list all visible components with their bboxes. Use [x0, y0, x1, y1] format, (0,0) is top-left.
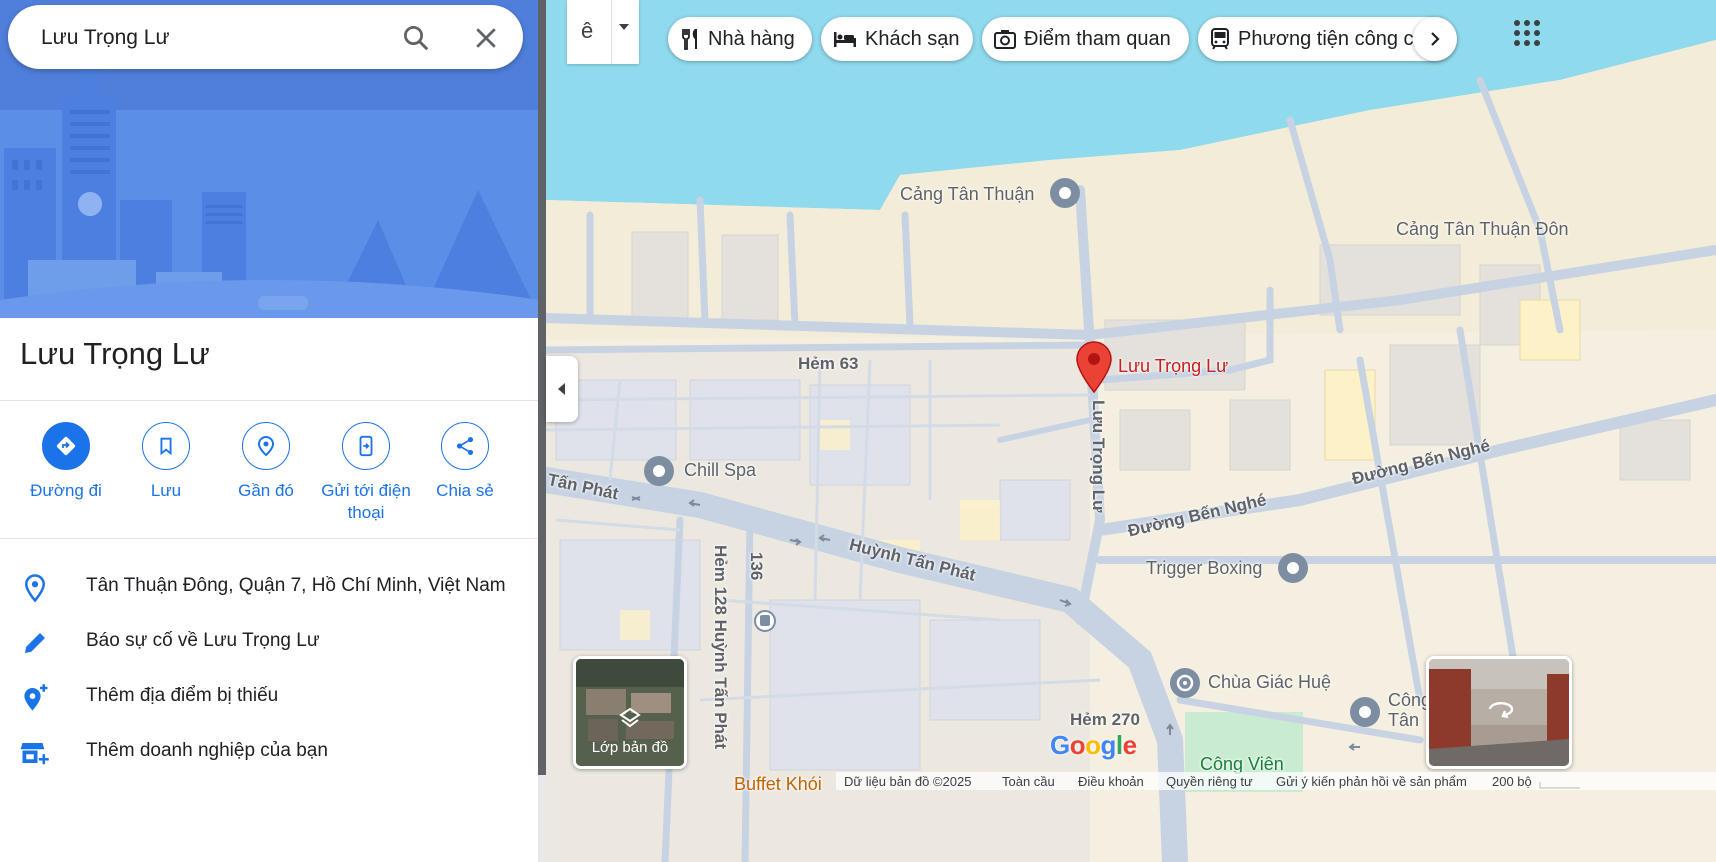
google-logo: Google	[1050, 730, 1137, 761]
report-row[interactable]: Báo sự cố về Lưu Trọng Lư	[0, 620, 540, 664]
map-footer: Dữ liệu bản đồ ©2025 Toàn cầu Điều khoản…	[836, 772, 1716, 790]
save-label: Lưu	[150, 481, 182, 500]
chip-label: Khách sạn	[865, 27, 960, 50]
place-label[interactable]: Công Tân	[1388, 690, 1428, 730]
gym-label[interactable]: Trigger Boxing	[1146, 558, 1262, 579]
chip-hotels[interactable]: Khách sạn	[821, 17, 973, 61]
feedback-link[interactable]: Gửi ý kiến phản hồi về sản phẩm	[1276, 774, 1467, 789]
add-place-row[interactable]: Thêm địa điểm bị thiếu	[0, 675, 540, 719]
sidebar-scrollbar[interactable]	[538, 0, 546, 862]
apps-grid-icon[interactable]	[1512, 18, 1542, 48]
logo-letter: o	[1085, 730, 1101, 760]
add-place-text: Thêm địa điểm bị thiếu	[86, 685, 279, 706]
divider	[611, 0, 612, 64]
bed-icon	[834, 32, 856, 47]
camera-icon	[994, 30, 1016, 49]
port-label-2[interactable]: Cảng Tân Thuận Đôn	[1396, 219, 1568, 240]
map-data-attribution: Dữ liệu bản đồ ©2025	[844, 774, 972, 789]
logo-letter: l	[1115, 730, 1123, 760]
directions-icon	[42, 422, 90, 470]
close-icon[interactable]	[471, 23, 501, 53]
bookmark-icon	[142, 422, 190, 470]
road-label: 136	[747, 552, 766, 581]
terms-link[interactable]: Điều khoản	[1078, 774, 1144, 789]
directions-label: Đường đi	[30, 481, 102, 500]
gym-poi-icon[interactable]	[1276, 551, 1310, 590]
place-panel: Lưu Trọng Lư Lưu Trọng Lư Đường đi Lưu G…	[0, 0, 540, 862]
scrollbar-thumb[interactable]	[538, 0, 546, 775]
transit-icon	[1211, 28, 1229, 50]
chevron-right-icon	[1431, 32, 1440, 46]
road-label: Hẻm 270	[1070, 710, 1140, 729]
search-icon[interactable]	[401, 23, 431, 53]
share-button[interactable]: Chia sẻ	[415, 422, 515, 502]
global-link[interactable]: Toàn cầu	[1002, 774, 1055, 789]
input-tools-glyph: ê	[581, 18, 594, 43]
directions-button[interactable]: Đường đi	[16, 422, 116, 502]
add-business-text: Thêm doanh nghiệp của bạn	[86, 740, 328, 761]
chips-next-button[interactable]	[1413, 17, 1457, 61]
chip-attractions[interactable]: Điểm tham quan	[982, 17, 1189, 61]
send-to-phone-label: Gửi tới điện thoại	[321, 481, 411, 522]
divider	[0, 538, 540, 539]
chevron-left-icon	[558, 383, 565, 395]
divider	[0, 400, 540, 401]
search-input[interactable]: Lưu Trọng Lư	[41, 26, 170, 50]
port-label[interactable]: Cảng Tân Thuận	[900, 184, 1034, 205]
nearby-icon	[242, 422, 290, 470]
temple-poi-icon[interactable]	[1168, 666, 1202, 705]
send-to-phone-button[interactable]: Gửi tới điện thoại	[316, 422, 416, 524]
add-business-icon	[20, 743, 49, 765]
chevron-down-icon[interactable]	[619, 24, 629, 30]
road-label: Lưu Trọng Lư	[1089, 400, 1108, 513]
logo-letter: G	[1050, 730, 1070, 760]
collapse-panel-button[interactable]	[546, 356, 578, 422]
spa-label[interactable]: Chill Spa	[684, 460, 756, 481]
save-button[interactable]: Lưu	[116, 422, 216, 502]
address-text: Tân Thuận Đông, Quận 7, Hồ Chí Minh, Việ…	[86, 575, 506, 596]
pencil-icon	[25, 633, 45, 653]
nearby-button[interactable]: Gần đó	[216, 422, 316, 502]
chip-label: Điểm tham quan	[1024, 27, 1171, 50]
search-box[interactable]: Lưu Trọng Lư	[8, 5, 523, 69]
share-label: Chia sẻ	[436, 481, 494, 500]
chip-label: Nhà hàng	[708, 27, 795, 50]
rotate-360-icon	[1488, 702, 1514, 719]
location-pin-icon	[24, 574, 46, 603]
logo-letter: e	[1122, 730, 1137, 760]
layers-icon	[619, 707, 641, 728]
logo-letter: o	[1069, 730, 1086, 760]
share-icon	[441, 422, 489, 470]
fork-knife-icon	[682, 29, 697, 50]
place-poi-icon[interactable]	[1348, 695, 1382, 734]
chip-restaurants[interactable]: Nhà hàng	[668, 17, 812, 61]
place-title: Lưu Trọng Lư	[20, 336, 210, 371]
address-row[interactable]: Tân Thuận Đông, Quận 7, Hồ Chí Minh, Việ…	[0, 565, 540, 609]
port-poi-icon[interactable]	[1048, 176, 1082, 215]
road-label: Hẻm 128 Huỳnh Tấn Phát	[711, 545, 730, 750]
layers-label: Lớp bản đồ	[591, 739, 669, 756]
logo-letter: g	[1100, 730, 1117, 760]
nearby-label: Gần đó	[238, 481, 294, 500]
scale-label[interactable]: 200 bộ	[1492, 774, 1532, 789]
phone-icon	[342, 422, 390, 470]
restaurant-label[interactable]: Buffet Khói	[734, 774, 822, 795]
bus-stop-icon[interactable]	[754, 610, 776, 637]
spa-poi-icon[interactable]	[642, 454, 676, 493]
selected-location-pin-icon[interactable]	[1075, 340, 1113, 399]
add-location-icon	[24, 684, 48, 711]
street-view-button[interactable]	[1426, 656, 1572, 769]
privacy-link[interactable]: Quyền riêng tư	[1166, 774, 1253, 789]
add-business-row[interactable]: Thêm doanh nghiệp của bạn	[0, 730, 540, 774]
temple-label[interactable]: Chùa Giác Huệ	[1208, 672, 1331, 693]
report-text: Báo sự cố về Lưu Trọng Lư	[86, 630, 320, 651]
map-layers-button[interactable]: Lớp bản đồ	[573, 656, 687, 769]
input-tools-button[interactable]: ê	[567, 0, 639, 64]
pin-label[interactable]: Lưu Trọng Lư	[1118, 356, 1228, 377]
road-label: Hẻm 63	[798, 354, 859, 373]
